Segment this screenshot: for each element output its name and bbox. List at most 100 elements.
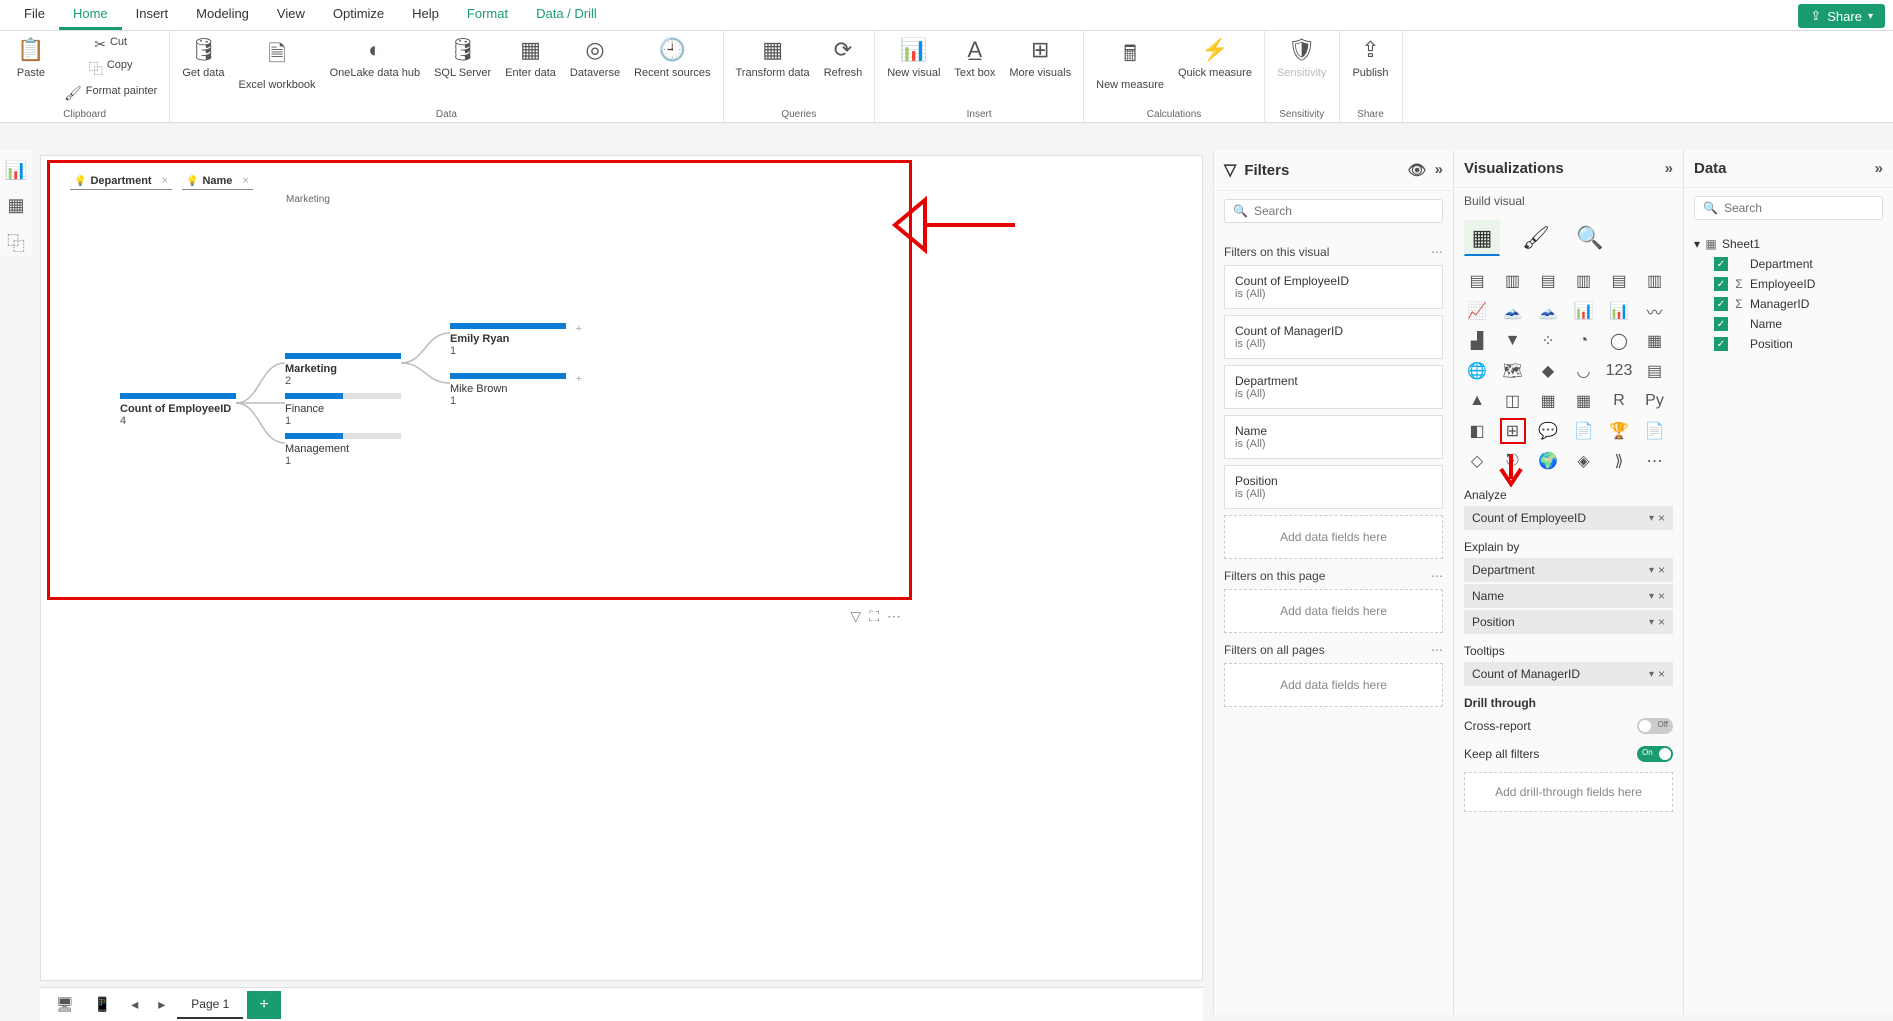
tree-node-emily[interactable]: Emily Ryan 1 + <box>450 323 566 357</box>
scatter-icon[interactable]: ⁘ <box>1535 328 1561 354</box>
field-employeeid[interactable]: ✓ΣEmployeeID <box>1714 274 1883 294</box>
azure-map-icon[interactable]: ◆ <box>1535 358 1561 384</box>
analytics-mode[interactable]: 🔍 <box>1572 220 1608 256</box>
chevron-down-icon[interactable]: ▾ <box>1649 565 1654 576</box>
area-icon[interactable]: 🗻 <box>1500 298 1526 324</box>
data-search-input[interactable] <box>1724 201 1879 215</box>
text-box-button[interactable]: A̲Text box <box>948 33 1001 83</box>
table-icon[interactable]: ▦ <box>1535 388 1561 414</box>
checkbox[interactable]: ✓ <box>1714 317 1728 331</box>
collapse-icon[interactable]: » <box>1435 161 1443 179</box>
map-icon[interactable]: 🌐 <box>1464 358 1490 384</box>
powerapps-icon[interactable]: ◇ <box>1464 448 1490 474</box>
tab-datadrill[interactable]: Data / Drill <box>522 0 611 30</box>
matrix-icon[interactable]: ▦ <box>1571 388 1597 414</box>
filter-icon[interactable]: ▽ <box>850 608 861 625</box>
tab-help[interactable]: Help <box>398 0 453 30</box>
tree-root-node[interactable]: Count of EmployeeID 4 <box>120 393 236 427</box>
cross-report-toggle[interactable]: Off <box>1637 718 1673 734</box>
page-tab-1[interactable]: Page 1 <box>177 991 243 1019</box>
new-measure-button[interactable]: 🖩New measure <box>1090 33 1170 95</box>
format-painter-button[interactable]: 🖌Format painter <box>58 82 163 105</box>
explain-field-pos[interactable]: Position▾× <box>1464 610 1673 634</box>
filter-drop-page[interactable]: Add data fields here <box>1224 589 1443 633</box>
multi-card-icon[interactable]: ▤ <box>1642 358 1668 384</box>
cut-button[interactable]: ✂Cut <box>58 33 163 56</box>
decomposition-tree-visual[interactable]: 💡 Department × 💡 Name × Marketing Count … <box>47 160 912 600</box>
pie-icon[interactable]: ◔ <box>1571 328 1597 354</box>
ribbon-chart-icon[interactable]: 〰 <box>1642 298 1668 324</box>
tab-optimize[interactable]: Optimize <box>319 0 398 30</box>
python-visual-icon[interactable]: Py <box>1642 388 1668 414</box>
report-canvas[interactable]: 💡 Department × 💡 Name × Marketing Count … <box>40 155 1203 981</box>
expand-icon[interactable]: + <box>576 323 582 335</box>
hundred-column-icon[interactable]: ▥ <box>1642 268 1668 294</box>
new-visual-button[interactable]: 📊New visual <box>881 33 946 83</box>
remove-icon[interactable]: × <box>1658 589 1665 603</box>
paginated-icon[interactable]: 📄 <box>1642 418 1668 444</box>
dataverse-button[interactable]: ◎Dataverse <box>564 33 626 83</box>
checkbox[interactable]: ✓ <box>1714 337 1728 351</box>
keep-filters-toggle[interactable]: On <box>1637 746 1673 762</box>
more-icon[interactable]: ⋯ <box>1431 245 1443 259</box>
analyze-field[interactable]: Count of EmployeeID▾× <box>1464 506 1673 530</box>
focus-mode-icon[interactable]: ⛶ <box>869 608 879 625</box>
line-clustered-icon[interactable]: 📊 <box>1606 298 1632 324</box>
stacked-column-icon[interactable]: ▥ <box>1500 268 1526 294</box>
key-influencers-icon[interactable]: ◧ <box>1464 418 1490 444</box>
copy-button[interactable]: ⿻Copy <box>58 56 163 82</box>
table-sheet1[interactable]: ▾ ▦ Sheet1 <box>1694 234 1883 254</box>
data-search[interactable]: 🔍 <box>1694 196 1883 220</box>
tab-insert[interactable]: Insert <box>122 0 183 30</box>
clustered-bar-icon[interactable]: ▤ <box>1535 268 1561 294</box>
breadcrumb-department[interactable]: 💡 Department × <box>70 173 172 190</box>
chevron-down-icon[interactable]: ▾ <box>1649 591 1654 602</box>
r-visual-icon[interactable]: R <box>1606 388 1632 414</box>
metrics-icon[interactable]: 🏆 <box>1606 418 1632 444</box>
field-name[interactable]: ✓Name <box>1714 314 1883 334</box>
filled-map-icon[interactable]: 🗺 <box>1500 358 1526 384</box>
field-managerid[interactable]: ✓ΣManagerID <box>1714 294 1883 314</box>
report-view-icon[interactable]: 📊 <box>5 160 27 181</box>
get-more-icon[interactable]: ⋯ <box>1642 448 1668 474</box>
desktop-layout-icon[interactable]: 🖥 <box>48 992 82 1017</box>
recent-button[interactable]: 🕘Recent sources <box>628 33 716 83</box>
stacked-bar-icon[interactable]: ▤ <box>1464 268 1490 294</box>
slicer-icon[interactable]: ◫ <box>1500 388 1526 414</box>
tab-format[interactable]: Format <box>453 0 522 30</box>
filter-employeeid[interactable]: Count of EmployeeIDis (All) <box>1224 265 1443 309</box>
format-visual-mode[interactable]: 🖌 <box>1518 220 1554 256</box>
card-icon[interactable]: 123 <box>1606 358 1632 384</box>
quick-measure-button[interactable]: ⚡Quick measure <box>1172 33 1258 83</box>
donut-icon[interactable]: ◯ <box>1606 328 1632 354</box>
tooltip-field-mgr[interactable]: Count of ManagerID▾× <box>1464 662 1673 686</box>
prev-page-icon[interactable]: ◂ <box>123 992 146 1017</box>
close-icon[interactable]: × <box>162 175 168 187</box>
next-page-icon[interactable]: ▸ <box>150 992 173 1017</box>
remove-icon[interactable]: × <box>1658 511 1665 525</box>
custom1-icon[interactable]: ◈ <box>1571 448 1597 474</box>
filter-department[interactable]: Departmentis (All) <box>1224 365 1443 409</box>
more-visuals-button[interactable]: ⊞More visuals <box>1003 33 1077 83</box>
chevron-down-icon[interactable]: ▾ <box>1649 513 1654 524</box>
filter-managerid[interactable]: Count of ManagerIDis (All) <box>1224 315 1443 359</box>
model-view-icon[interactable]: ⿻ <box>7 230 25 256</box>
more-icon[interactable]: ⋯ <box>1431 569 1443 583</box>
field-department[interactable]: ✓Department <box>1714 254 1883 274</box>
transform-button[interactable]: ▦Transform data <box>730 33 816 83</box>
refresh-button[interactable]: ⟳Refresh <box>818 33 869 83</box>
line-icon[interactable]: 📈 <box>1464 298 1490 324</box>
onelake-button[interactable]: ◐OneLake data hub <box>324 33 427 83</box>
checkbox[interactable]: ✓ <box>1714 277 1728 291</box>
tree-node-marketing[interactable]: Marketing 2 <box>285 353 401 387</box>
expand-icon[interactable]: + <box>576 373 582 385</box>
explain-field-name[interactable]: Name▾× <box>1464 584 1673 608</box>
checkbox[interactable]: ✓ <box>1714 257 1728 271</box>
filter-drop-all[interactable]: Add data fields here <box>1224 663 1443 707</box>
mobile-layout-icon[interactable]: 📱 <box>86 992 119 1017</box>
tab-view[interactable]: View <box>263 0 319 30</box>
excel-button[interactable]: 🗎Excel workbook <box>233 33 322 95</box>
tree-node-mike[interactable]: Mike Brown 1 + <box>450 373 566 407</box>
explain-field-dept[interactable]: Department▾× <box>1464 558 1673 582</box>
treemap-icon[interactable]: ▦ <box>1642 328 1668 354</box>
